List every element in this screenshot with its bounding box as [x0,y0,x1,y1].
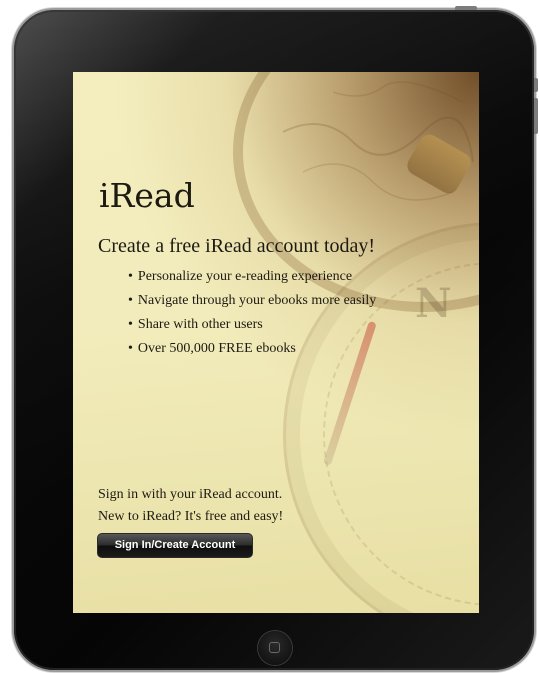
sleep-wake-button [455,6,477,10]
compass-north-letter: N [415,280,452,327]
feature-item: Navigate through your ebooks more easily [128,289,376,313]
home-square-icon [269,642,280,653]
volume-button [534,98,538,134]
promo-headline: Create a free iRead account today! [98,235,376,257]
signin-prompt: Sign in with your iRead account. New to … [98,484,283,528]
signin-line-1: Sign in with your iRead account. [98,487,283,502]
feature-item: Over 500,000 FREE ebooks [128,337,376,361]
app-screen: N iRead Create a free iRead account toda… [73,72,479,613]
feature-item: Personalize your e-reading experience [128,265,376,289]
signin-line-2: New to iRead? It's free and easy! [98,509,284,524]
home-button[interactable] [258,631,292,665]
feature-list: Personalize your e-reading experience Na… [128,265,376,361]
feature-item: Share with other users [128,313,376,337]
mute-switch [534,78,538,92]
app-title: iRead [99,176,195,215]
sign-in-create-account-button[interactable]: Sign In/Create Account [97,533,253,558]
